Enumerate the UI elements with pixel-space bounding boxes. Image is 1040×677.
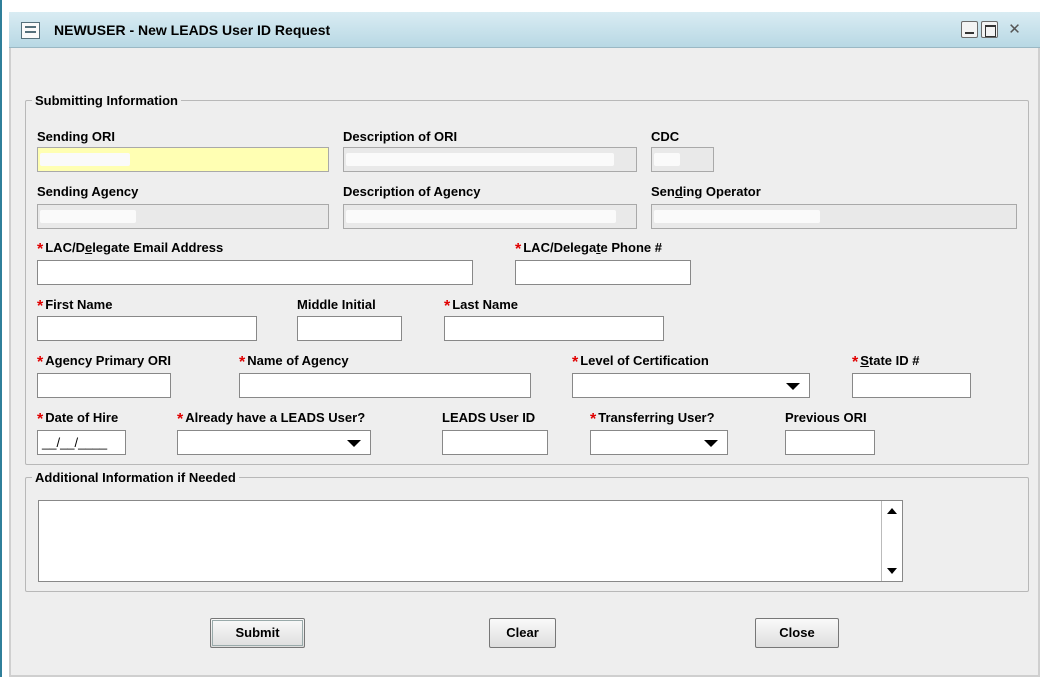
name-of-agency-label: * Name of Agency — [239, 353, 349, 371]
lac-phone-input[interactable] — [515, 260, 691, 285]
sending-agency-label: Sending Agency — [37, 184, 139, 199]
cdc-field[interactable] — [651, 147, 714, 172]
sending-ori-field[interactable] — [37, 147, 329, 172]
date-of-hire-label: * Date of Hire — [37, 410, 119, 428]
submitting-information-legend: Submitting Information — [35, 93, 178, 108]
required-marker: * — [177, 411, 184, 428]
redacted-value — [40, 153, 130, 166]
title-bar[interactable]: NEWUSER - New LEADS User ID Request ✕ — [9, 12, 1040, 48]
state-id-input[interactable] — [852, 373, 971, 398]
required-marker: * — [37, 354, 44, 371]
agency-primary-ori-label: * Agency Primary ORI — [37, 353, 171, 371]
date-of-hire-input[interactable]: __/__/____ — [37, 430, 126, 455]
previous-ori-label: Previous ORI — [785, 410, 867, 425]
transferring-user-label: * Transferring User? — [590, 410, 715, 428]
redacted-value — [40, 210, 136, 223]
redacted-value — [346, 153, 614, 166]
first-name-input[interactable] — [37, 316, 257, 341]
clear-button[interactable]: Clear — [489, 618, 556, 648]
transferring-user-select[interactable] — [590, 430, 728, 455]
description-of-agency-field[interactable] — [343, 204, 637, 229]
redacted-value — [654, 153, 680, 166]
scroll-down-icon[interactable] — [887, 568, 897, 574]
chevron-down-icon[interactable] — [347, 440, 361, 447]
lac-phone-label: * LAC/Delegate Phone # — [515, 240, 662, 258]
maximize-icon[interactable] — [981, 21, 998, 38]
lac-email-label: * LAC/Delegate Email Address — [37, 240, 224, 258]
scroll-up-icon[interactable] — [887, 508, 897, 514]
already-leads-user-label: * Already have a LEADS User? — [177, 410, 366, 428]
level-of-certification-label: * Level of Certification — [572, 353, 709, 371]
description-of-ori-label: Description of ORI — [343, 129, 458, 144]
first-name-label: * First Name — [37, 297, 113, 315]
required-marker: * — [852, 354, 859, 371]
required-marker: * — [37, 411, 44, 428]
submit-button[interactable]: Submit — [210, 618, 305, 648]
leads-user-id-label: LEADS User ID — [442, 410, 536, 425]
agency-primary-ori-input[interactable] — [37, 373, 171, 398]
required-marker: * — [590, 411, 597, 428]
middle-initial-label: Middle Initial — [297, 297, 376, 312]
previous-ori-input[interactable] — [785, 430, 875, 455]
date-of-hire-value: __/__/____ — [42, 435, 108, 450]
additional-information-legend: Additional Information if Needed — [35, 470, 236, 485]
state-id-label: * State ID # — [852, 353, 920, 371]
sending-operator-field[interactable] — [651, 204, 1017, 229]
window-menu-icon[interactable] — [21, 22, 40, 39]
required-marker: * — [572, 354, 579, 371]
last-name-label: * Last Name — [444, 297, 518, 315]
description-of-agency-label: Description of Agency — [343, 184, 481, 199]
close-button[interactable]: Close — [755, 618, 839, 648]
redacted-value — [346, 210, 616, 223]
level-of-certification-select[interactable] — [572, 373, 810, 398]
already-leads-user-select[interactable] — [177, 430, 371, 455]
lac-email-input[interactable] — [37, 260, 473, 285]
additional-information-textarea[interactable] — [38, 500, 903, 582]
required-marker: * — [37, 298, 44, 315]
required-marker: * — [444, 298, 451, 315]
cdc-label: CDC — [651, 129, 680, 144]
middle-initial-input[interactable] — [297, 316, 402, 341]
close-icon[interactable]: ✕ — [1006, 21, 1023, 38]
required-marker: * — [37, 241, 44, 258]
required-marker: * — [515, 241, 522, 258]
required-marker: * — [239, 354, 246, 371]
sending-ori-label: Sending ORI — [37, 129, 115, 144]
chevron-down-icon[interactable] — [786, 383, 800, 390]
sending-agency-field[interactable] — [37, 204, 329, 229]
vertical-scrollbar[interactable] — [881, 501, 902, 581]
sending-operator-label: Sending Operator — [651, 184, 761, 199]
last-name-input[interactable] — [444, 316, 664, 341]
description-of-ori-field[interactable] — [343, 147, 637, 172]
minimize-icon[interactable] — [961, 21, 978, 38]
redacted-value — [654, 210, 820, 223]
leads-user-id-input[interactable] — [442, 430, 548, 455]
chevron-down-icon[interactable] — [704, 440, 718, 447]
window-title: NEWUSER - New LEADS User ID Request — [54, 22, 331, 38]
name-of-agency-input[interactable] — [239, 373, 531, 398]
